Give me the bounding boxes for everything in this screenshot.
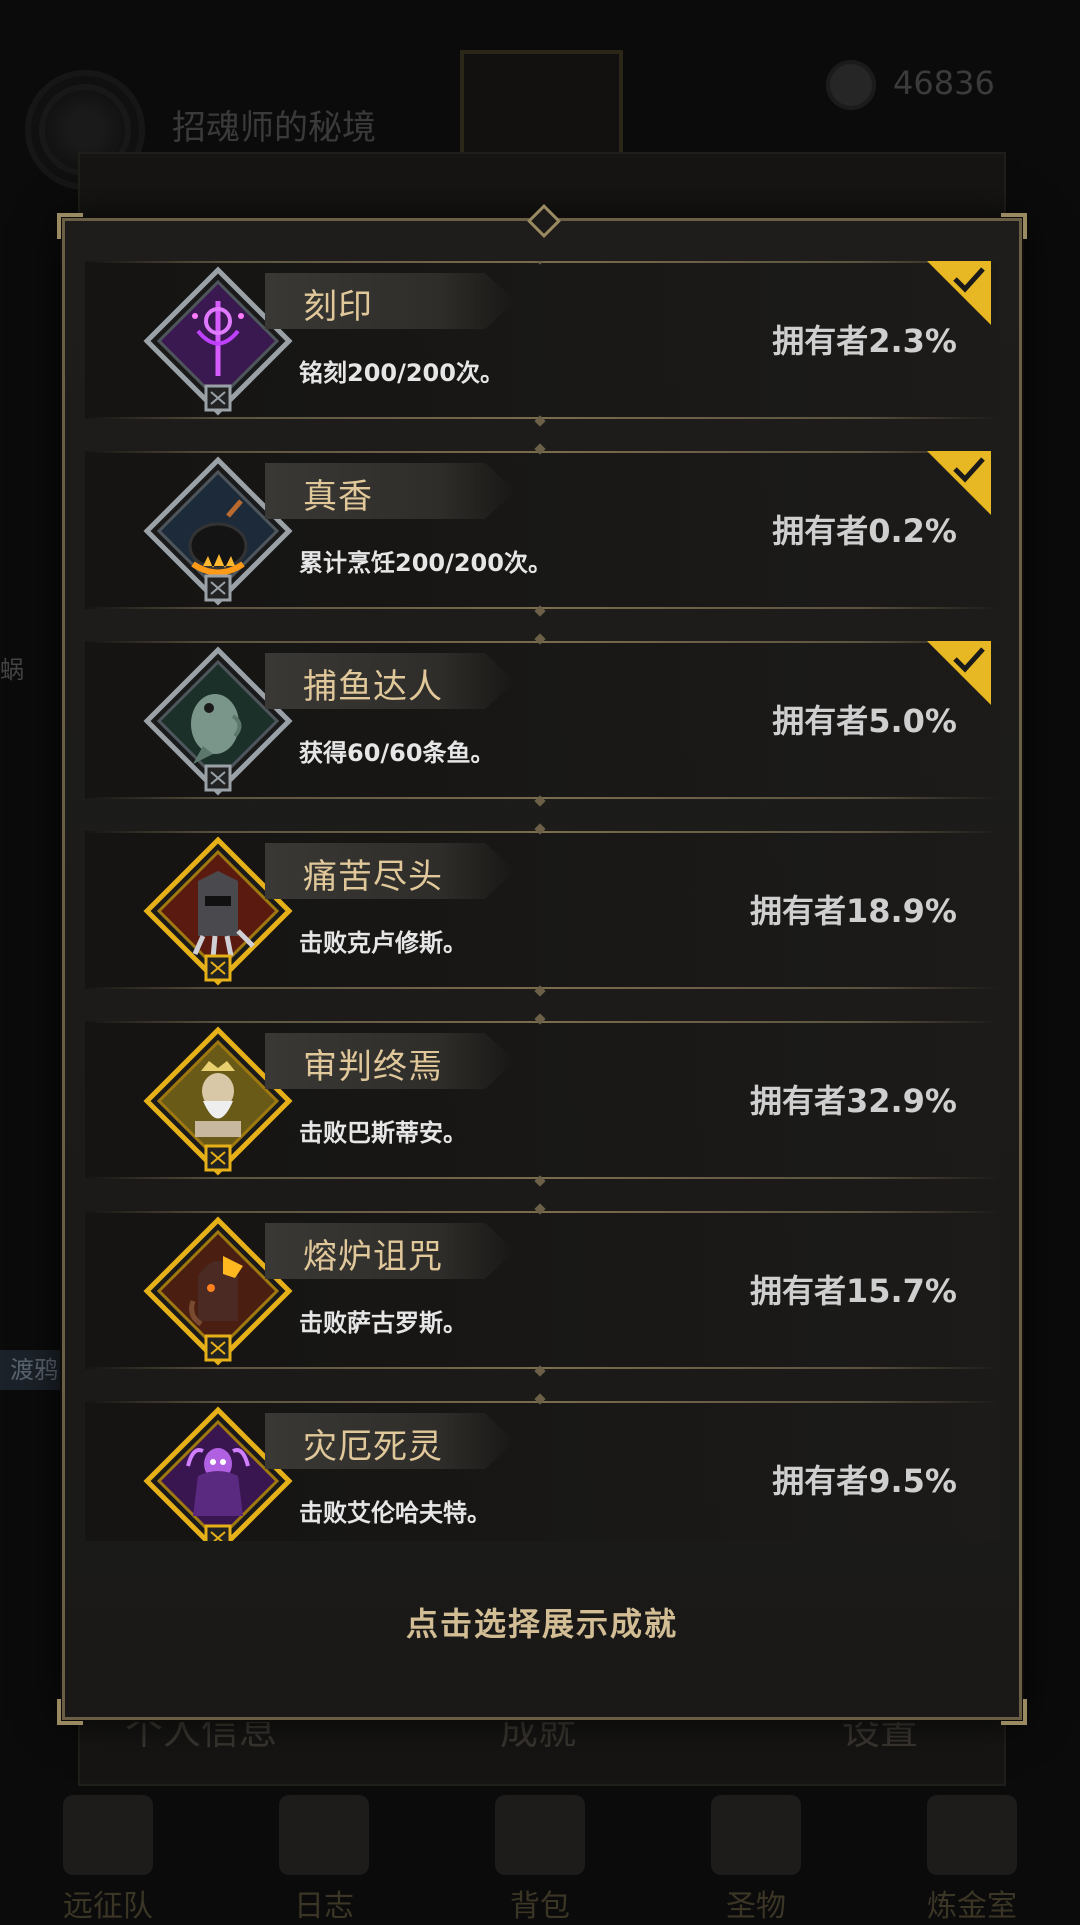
nav-expedition: 远征队 xyxy=(18,1785,198,1925)
nav-relics: 圣物 xyxy=(666,1785,846,1925)
corner-ornament xyxy=(57,213,83,239)
achievement-desc: 击败克卢修斯。 xyxy=(299,929,467,957)
nav-backpack: 背包 xyxy=(450,1785,630,1925)
achievement-desc: 击败萨古罗斯。 xyxy=(299,1309,467,1337)
helmet-icon xyxy=(63,1795,153,1875)
achievement-row[interactable]: 刻印 铭刻200/200次。 拥有者2.3% xyxy=(85,261,999,427)
nav-journal: 日志 xyxy=(234,1785,414,1925)
owner-percentage: 拥有者18.9% xyxy=(749,892,957,930)
achievement-list[interactable]: 刻印 铭刻200/200次。 拥有者2.3% 真香 累计烹饪200/200次。 … xyxy=(85,261,999,1541)
owner-percentage: 拥有者0.2% xyxy=(772,512,957,550)
footer-hint: 点击选择展示成就 xyxy=(405,1605,678,1643)
achievement-name: 捕鱼达人 xyxy=(303,667,443,707)
achievement-desc: 击败巴斯蒂安。 xyxy=(299,1119,467,1147)
achievement-desc: 铭刻200/200次。 xyxy=(299,359,504,387)
bottom-nav: 远征队 日志 背包 圣物 炼金室 xyxy=(0,1785,1080,1924)
achievement-dialog: 刻印 铭刻200/200次。 拥有者2.3% 真香 累计烹饪200/200次。 … xyxy=(57,204,1027,1725)
owner-percentage: 拥有者2.3% xyxy=(772,322,957,360)
achievement-name: 真香 xyxy=(303,477,373,517)
achievement-row[interactable]: 审判终焉 击败巴斯蒂安。 拥有者32.9% xyxy=(85,1013,999,1187)
achievement-row[interactable]: 灾厄死灵 击败艾伦哈夫特。 拥有者9.5% xyxy=(85,1393,999,1541)
alchemy-icon xyxy=(927,1795,1017,1875)
achievement-name: 熔炉诅咒 xyxy=(303,1237,443,1277)
scroll-icon xyxy=(279,1795,369,1875)
achievement-desc: 击败艾伦哈夫特。 xyxy=(299,1499,491,1527)
corner-ornament xyxy=(1001,1699,1027,1725)
owner-percentage: 拥有者9.5% xyxy=(772,1462,957,1500)
coin-icon xyxy=(826,60,876,110)
backpack-icon xyxy=(495,1795,585,1875)
achievement-row[interactable]: 熔炉诅咒 击败萨古罗斯。 拥有者15.7% xyxy=(85,1203,999,1377)
relic-icon xyxy=(711,1795,801,1875)
achievement-row[interactable]: 捕鱼达人 获得60/60条鱼。 拥有者5.0% xyxy=(85,633,999,807)
achievement-row[interactable]: 真香 累计烹饪200/200次。 拥有者0.2% xyxy=(85,443,999,617)
achievement-row[interactable]: 痛苦尽头 击败克卢修斯。 拥有者18.9% xyxy=(85,823,999,997)
corner-ornament xyxy=(1001,213,1027,239)
side-text: 蜗 xyxy=(0,656,24,684)
achievement-desc: 获得60/60条鱼。 xyxy=(299,739,495,767)
achievement-name: 审判终焉 xyxy=(303,1047,443,1087)
achievement-name: 刻印 xyxy=(303,287,373,327)
achievement-desc: 累计烹饪200/200次。 xyxy=(299,549,552,577)
corner-ornament xyxy=(57,1699,83,1725)
owner-percentage: 拥有者32.9% xyxy=(749,1082,957,1120)
currency-count: 46836 xyxy=(893,64,995,102)
owner-percentage: 拥有者5.0% xyxy=(772,702,957,740)
owner-percentage: 拥有者15.7% xyxy=(749,1272,957,1310)
nav-alchemy: 炼金室 xyxy=(882,1785,1062,1925)
achievement-name: 痛苦尽头 xyxy=(303,857,443,897)
achievement-name: 灾厄死灵 xyxy=(303,1427,443,1467)
area-title: 招魂师的秘境 xyxy=(172,108,376,148)
